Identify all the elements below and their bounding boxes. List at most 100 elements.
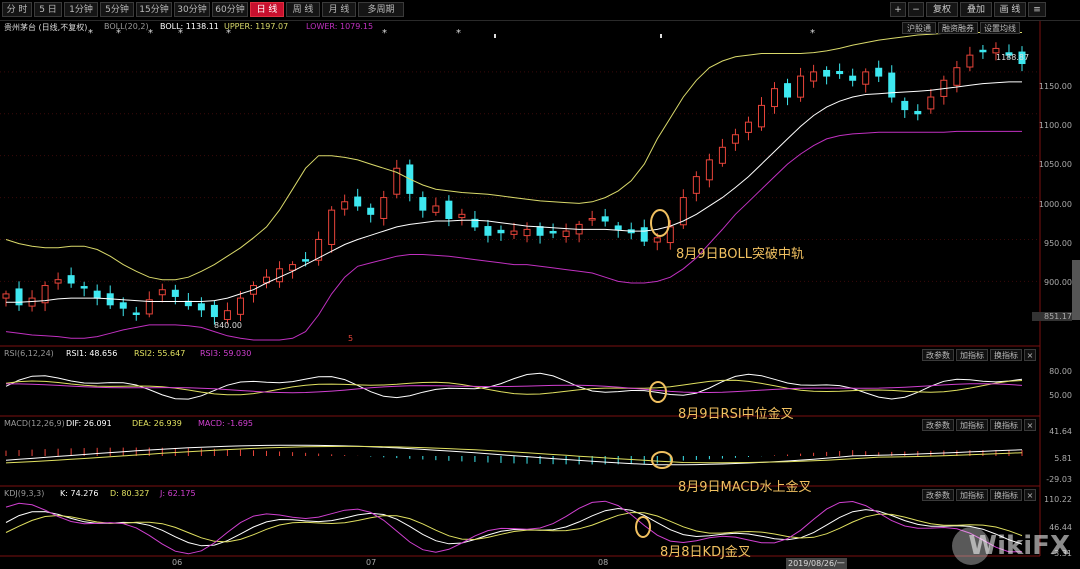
rsi-tick-80: 80.00 <box>1049 367 1072 376</box>
kdj-add-indicator-button[interactable]: 加指标 <box>956 489 988 501</box>
candle-body <box>914 110 922 115</box>
boll-upper-value: UPPER: 1197.07 <box>224 22 289 31</box>
candle-body <box>966 54 974 68</box>
price-tick-1000: 1000.00 <box>1038 200 1072 209</box>
kdj-d-value: D: 80.327 <box>110 489 150 498</box>
kdj-switch-indicator-button[interactable]: 换指标 <box>990 489 1022 501</box>
rsi-close-icon[interactable]: × <box>1024 349 1036 361</box>
annotation-circle <box>651 451 673 469</box>
candle-body <box>849 75 857 81</box>
candle-body <box>588 218 596 221</box>
tab-15min[interactable]: 15分钟 <box>136 2 172 17</box>
kdj-k-value: K: 74.276 <box>60 489 99 498</box>
zoom-in-button[interactable]: + <box>890 2 906 17</box>
candle-body <box>158 289 166 296</box>
adjust-button[interactable]: 复权 <box>926 2 958 17</box>
event-star-icon: * <box>456 28 461 39</box>
macd-tick-mid: 5.81 <box>1054 454 1072 463</box>
candle-body <box>562 230 570 238</box>
ma-settings-button[interactable]: 设置均线 <box>980 22 1020 34</box>
candle-body <box>810 71 818 82</box>
rsi-add-indicator-button[interactable]: 加指标 <box>956 349 988 361</box>
kdj-edit-params-button[interactable]: 改参数 <box>922 489 954 501</box>
kdj-j-line <box>5 500 1023 555</box>
tab-fenshi[interactable]: 分 时 <box>2 2 32 17</box>
candle-body <box>705 159 713 181</box>
zoom-out-button[interactable]: − <box>908 2 924 17</box>
boll-name: BOLL(20,2) <box>104 22 149 31</box>
high-price-label: 1188.87 <box>996 53 1030 62</box>
candle-body <box>119 302 127 309</box>
candle-body <box>223 310 231 320</box>
annotation-rsi: 8月9日RSI中位金叉 <box>678 407 794 422</box>
rsi3-line <box>6 383 1023 394</box>
chart-canvas: * * * * * * * * <box>0 20 1080 557</box>
candle-body <box>484 226 492 236</box>
macd-add-indicator-button[interactable]: 加指标 <box>956 419 988 431</box>
mid-marker: 5 <box>348 334 354 343</box>
candle-body <box>640 227 648 242</box>
candle-body <box>80 286 88 289</box>
tab-multi-period[interactable]: 多周期 <box>358 2 404 17</box>
candle-body <box>93 290 101 299</box>
event-star-icon: * <box>382 28 387 39</box>
tab-5min[interactable]: 5分钟 <box>100 2 134 17</box>
candle-body <box>614 225 622 230</box>
candle-body <box>328 209 336 245</box>
candle-body <box>757 104 765 128</box>
annotation-macd: 8月9日MACD水上金叉 <box>678 480 812 495</box>
candle-body <box>445 200 453 220</box>
hk-connect-button[interactable]: 沪股通 <box>902 22 936 34</box>
event-marker-icon <box>660 34 662 38</box>
tab-30min[interactable]: 30分钟 <box>174 2 210 17</box>
margin-button[interactable]: 融资融券 <box>938 22 978 34</box>
boll-mid-value: BOLL: 1138.11 <box>160 22 219 31</box>
candle-body <box>784 83 792 98</box>
macd-edit-params-button[interactable]: 改参数 <box>922 419 954 431</box>
candle-body <box>862 71 870 85</box>
annotation-boll: 8月9日BOLL突破中轨 <box>676 247 804 262</box>
candle-body <box>380 197 388 219</box>
macd-name: MACD(12,26,9) <box>4 419 65 428</box>
tab-1min[interactable]: 1分钟 <box>64 2 98 17</box>
annotation-kdj: 8月8日KDJ金叉 <box>660 545 751 560</box>
period-toolbar: 分 时 5 日 1分钟 5分钟 15分钟 30分钟 60分钟 日 线 周 线 月… <box>0 0 1080 21</box>
rsi-edit-params-button[interactable]: 改参数 <box>922 349 954 361</box>
overlay-button[interactable]: 叠加 <box>960 2 992 17</box>
rsi2-value: RSI2: 55.647 <box>134 349 186 358</box>
kdj-d-line <box>5 512 1023 543</box>
draw-button[interactable]: 画 线 <box>994 2 1026 17</box>
month-07: 07 <box>366 558 377 567</box>
candle-body <box>510 230 518 235</box>
rsi-name: RSI(6,12,24) <box>4 349 54 358</box>
menu-icon[interactable]: ≡ <box>1028 2 1046 17</box>
tab-60min[interactable]: 60分钟 <box>212 2 248 17</box>
candle-body <box>731 134 739 144</box>
candle-body <box>67 275 75 284</box>
candle-body <box>341 201 349 210</box>
boll-lower-value: LOWER: 1079.15 <box>306 22 374 31</box>
rsi-switch-indicator-button[interactable]: 换指标 <box>990 349 1022 361</box>
candle-body <box>692 176 700 194</box>
candle-body <box>171 289 179 297</box>
stock-name: 贵州茅台 (日线,不复权) <box>4 23 88 32</box>
scrollbar-handle <box>1072 260 1080 320</box>
candle-body <box>132 312 140 315</box>
tab-weekly[interactable]: 周 线 <box>286 2 320 17</box>
boll-upper-line <box>5 32 1022 281</box>
candle-body <box>210 304 218 318</box>
tab-daily[interactable]: 日 线 <box>250 2 284 17</box>
candle-body <box>718 146 726 164</box>
kdj-j-value: J: 62.175 <box>160 489 196 498</box>
candle-body <box>458 213 466 219</box>
macd-tick-low: -29.03 <box>1046 475 1072 484</box>
macd-switch-indicator-button[interactable]: 换指标 <box>990 419 1022 431</box>
tab-5day[interactable]: 5 日 <box>34 2 62 17</box>
tab-monthly[interactable]: 月 线 <box>322 2 356 17</box>
candle-body <box>236 297 244 315</box>
price-tick-1050: 1050.00 <box>1038 160 1072 169</box>
candle-body <box>302 259 310 262</box>
annotation-circle <box>650 209 670 237</box>
candle-body <box>354 196 362 207</box>
price-tick-900: 900.00 <box>1044 278 1072 287</box>
